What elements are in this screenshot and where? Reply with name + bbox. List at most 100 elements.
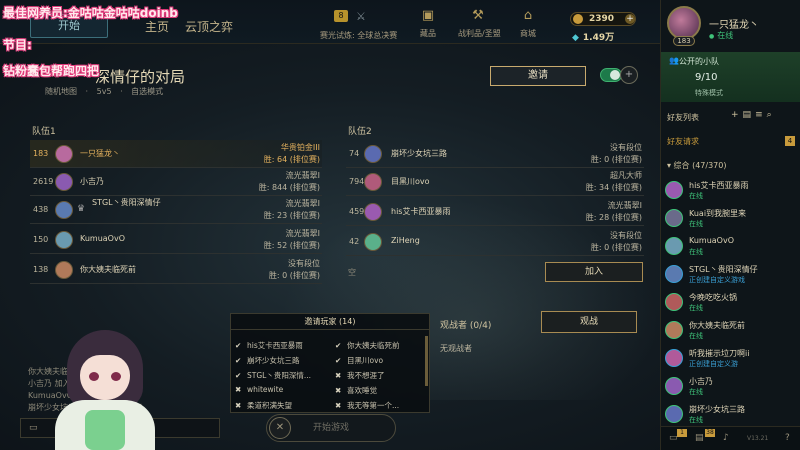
collection-nav[interactable]: ▣ 藏品: [408, 8, 448, 39]
friend-avatar: [665, 237, 683, 255]
invite-scrollbar[interactable]: [425, 336, 428, 386]
team2-label: 队伍2: [348, 127, 372, 137]
accepted-check-icon: ✔: [235, 356, 242, 365]
pass-label[interactable]: 赛光试炼: 全球总决赛: [320, 30, 397, 41]
loot-nav[interactable]: ⚒ 战利品/圣盟: [458, 8, 501, 39]
folder-icon[interactable]: ▤: [743, 110, 756, 120]
friend-item[interactable]: 崩坏少女坑三路 在线: [661, 402, 800, 428]
loot-label: 战利品/圣盟: [458, 29, 501, 38]
friend-item[interactable]: STGL丶贵阳深情仔 正创建自定义游戏: [661, 262, 800, 288]
invited-player: ✔ 崩坏少女坑三路: [235, 355, 300, 366]
friend-status: 在线: [689, 416, 703, 424]
player-wins: 胜: 34 (排位赛): [585, 183, 642, 192]
client-window: 开始 主页 云顶之弈 8 ⚔ 赛光试炼: 全球总决赛 ▣ 藏品 ⚒ 战利品/圣盟…: [0, 0, 800, 450]
friend-item[interactable]: Kuai到我腕里来 在线: [661, 206, 800, 232]
invited-player: ✖ 我无等第一个...: [335, 400, 399, 411]
friend-item[interactable]: his艾卡西亚暴雨 在线: [661, 178, 800, 204]
invited-player: ✔ his艾卡西亚暴雨: [235, 340, 303, 351]
open-party-toggle[interactable]: [600, 68, 622, 82]
team1-row[interactable]: 150 KumuaOvO 流光翡翠I 胜: 52 (排位赛): [30, 226, 322, 254]
friend-item[interactable]: KumuaOvO 在线: [661, 234, 800, 260]
party-mode: 特殊模式: [695, 89, 723, 97]
invited-player: ✔ STGL丶贵阳深情...: [235, 370, 311, 381]
friend-item[interactable]: 小吉乃 在线: [661, 374, 800, 400]
pass-level-badge: 8: [334, 10, 348, 22]
invite-button[interactable]: 邀请: [490, 66, 586, 86]
buy-rp-icon[interactable]: +: [625, 14, 635, 24]
friend-status: 在线: [689, 192, 703, 200]
team1-row[interactable]: 183 一只猛龙丶 华贵铂金III 胜: 64 (排位赛): [30, 140, 322, 168]
pass-icon[interactable]: ⚔: [356, 10, 370, 24]
invited-player: ✔ 你大姨夫临死前: [335, 340, 400, 351]
profile-avatar[interactable]: [667, 6, 701, 40]
friend-requests-count: 4: [785, 136, 795, 146]
rp-balance[interactable]: 2390 +: [570, 12, 636, 26]
team1-row[interactable]: 438 ♛ STGL丶贵阳深情仔 流光翡翠I 胜: 23 (排位赛): [30, 196, 322, 224]
join-team-button[interactable]: 加入: [545, 262, 643, 282]
team2-row[interactable]: 459 his艾卡西亚暴雨 流光翡翠I 胜: 28 (排位赛): [346, 198, 644, 226]
invited-player-name: 崩坏少女坑三路: [247, 356, 300, 365]
player-avatar: [55, 231, 73, 249]
team2-row[interactable]: 74 崩坏少女坑三路 没有段位 胜: 0 (排位赛): [346, 140, 644, 168]
player-name: his艾卡西亚暴雨: [391, 207, 451, 216]
avatar-eye: [89, 372, 99, 381]
profile-status[interactable]: 在线: [709, 30, 733, 41]
friend-status: 正创建自定义游: [689, 360, 738, 368]
player-wins: 胜: 0 (排位赛): [590, 155, 642, 164]
friend-status: 正创建自定义游戏: [689, 276, 745, 284]
invited-players-panel: 邀请玩家 (14) ✔ his艾卡西亚暴雨 ✔ 崩坏少女坑三路 ✔ STGL丶贵阳深情…: [230, 313, 430, 413]
friend-item[interactable]: 听我摧示垃刀啊ii 正创建自定义游: [661, 346, 800, 372]
player-wins: 胜: 0 (排位赛): [590, 243, 642, 252]
friend-name: KumuaOvO: [689, 236, 735, 245]
nav-tft[interactable]: 云顶之弈: [185, 18, 233, 35]
team1-row[interactable]: 2619 小吉乃 流光翡翠I 胜: 844 (排位赛): [30, 168, 322, 196]
spectate-button[interactable]: 观战: [541, 311, 637, 333]
player-avatar: [364, 203, 382, 221]
accepted-check-icon: ✔: [335, 356, 342, 365]
party-card[interactable]: 👥 公开的小队 9/10 特殊模式: [661, 52, 800, 102]
team1-row[interactable]: 138 你大姨夫临死前 没有段位 胜: 0 (排位赛): [30, 256, 322, 284]
avatar-eye: [111, 372, 121, 381]
leave-lobby-icon[interactable]: ✕: [269, 417, 291, 439]
clipboard-icon[interactable]: ▤: [695, 433, 704, 443]
player-avatar: [55, 201, 73, 219]
player-rank: 华贵铂金III: [280, 143, 320, 152]
friend-item[interactable]: 今晚吃吃火锅 在线: [661, 290, 800, 316]
empty-slot-label: 空: [348, 268, 356, 277]
chest-icon: ▣: [421, 8, 435, 23]
friend-name: STGL丶贵阳深情仔: [689, 265, 758, 274]
help-icon[interactable]: ?: [785, 433, 790, 443]
people-icon: 👥: [669, 56, 679, 65]
declined-x-icon: ✖: [235, 385, 242, 394]
profile-name[interactable]: 一只猛龙丶: [709, 16, 759, 31]
search-icon[interactable]: ⌕: [767, 110, 776, 120]
player-avatar: [55, 173, 73, 191]
player-name: 一只猛龙丶: [80, 149, 120, 158]
invited-player-name: STGL丶贵阳深情...: [247, 371, 311, 380]
profile-level: 183: [673, 36, 695, 46]
friend-avatar: [665, 265, 683, 283]
invited-players-title: 邀请玩家 (14): [231, 314, 429, 330]
add-player-icon[interactable]: +: [620, 66, 638, 84]
declined-x-icon: ✖: [335, 371, 342, 380]
team2-row[interactable]: 42 ZiHeng 没有段位 胜: 0 (排位赛): [346, 228, 644, 256]
player-rank: 流光翡翠I: [285, 171, 320, 180]
friend-status: 在线: [689, 388, 703, 396]
social-panel: 183 一只猛龙丶 在线 👥 公开的小队 9/10 特殊模式 好友列表 +▤≡⌕…: [660, 0, 800, 450]
rp-coin-icon: [573, 14, 583, 24]
accepted-check-icon: ✔: [335, 341, 342, 350]
party-title: 公开的小队: [679, 57, 719, 66]
player-level: 183: [33, 149, 49, 158]
list-icon[interactable]: ≡: [755, 110, 767, 120]
player-name: 小吉乃: [80, 177, 104, 186]
friend-item[interactable]: 你大姨夫临死前 在线: [661, 318, 800, 344]
add-friend-icon[interactable]: +: [731, 110, 743, 120]
friend-requests[interactable]: 好友请求: [667, 136, 699, 147]
friend-group-header[interactable]: ▾ 综合 (47/370): [667, 160, 727, 171]
friend-name: 听我摧示垃刀啊ii: [689, 349, 750, 358]
store-nav[interactable]: ⌂ 商城: [508, 8, 548, 39]
friend-avatar: [665, 321, 683, 339]
invited-player-name: 喜欢睡觉: [347, 386, 377, 395]
microphone-icon[interactable]: ♪: [723, 433, 729, 443]
team2-row[interactable]: 794 目黑川ovo 超凡大师 胜: 34 (排位赛): [346, 168, 644, 196]
